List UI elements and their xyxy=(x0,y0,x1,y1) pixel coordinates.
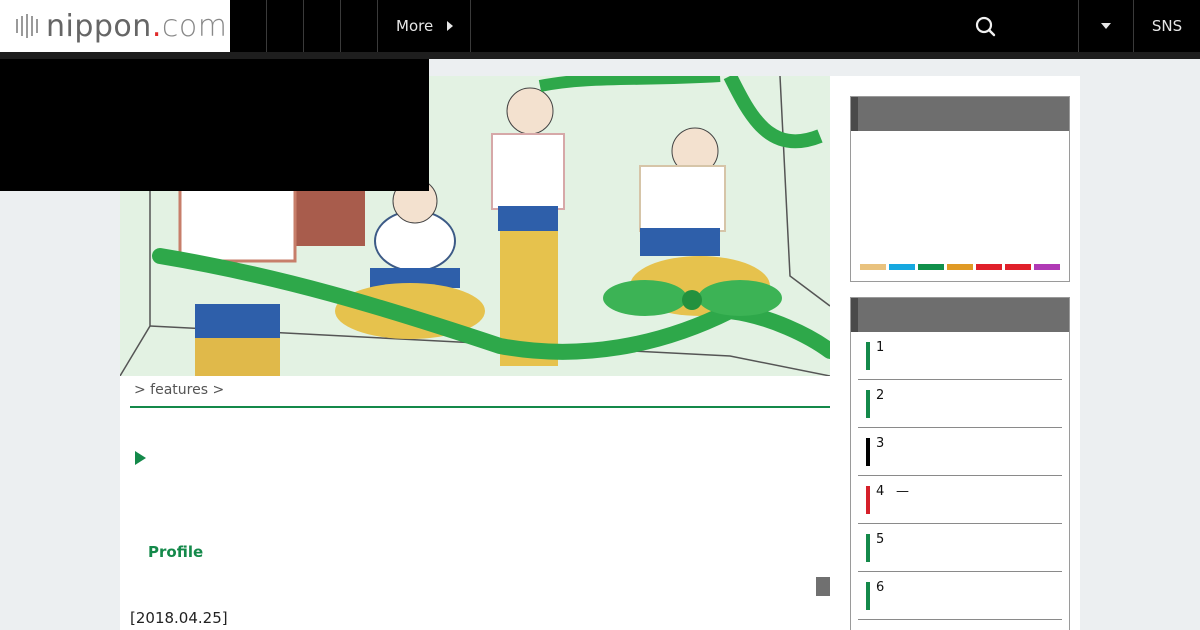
profile-heading: Profile xyxy=(148,543,204,561)
ranking-item[interactable]: 6 xyxy=(858,572,1062,620)
category-color-bar xyxy=(860,264,1060,270)
color-swatch xyxy=(889,264,915,270)
caret-down-icon xyxy=(1101,23,1111,29)
overlay-panel xyxy=(0,59,429,191)
sns-label: SNS xyxy=(1151,17,1183,35)
rank-dash: — xyxy=(896,484,909,499)
rank-number: 1 xyxy=(876,340,885,355)
top-header: nippon.com More SNS xyxy=(0,0,1200,52)
publish-date: [2018.04.25] xyxy=(130,609,228,627)
play-arrow-icon xyxy=(135,451,146,465)
section-divider xyxy=(130,406,830,408)
ranking-item[interactable]: 5 xyxy=(858,524,1062,572)
nav-more-label: More xyxy=(396,17,434,35)
color-swatch xyxy=(1034,264,1060,270)
square-marker-icon xyxy=(816,577,830,596)
color-swatch xyxy=(860,264,886,270)
rank-color-bar xyxy=(866,486,870,514)
search-button[interactable] xyxy=(970,12,1000,40)
breadcrumb[interactable]: > features > xyxy=(134,382,224,398)
logo-wordmark: nippon.com xyxy=(46,8,228,44)
sidebar-widget-top xyxy=(850,96,1070,282)
sidebar-ranking-widget: 1 2 3 4—5 6 xyxy=(850,297,1070,630)
nav-more-button[interactable]: More xyxy=(378,0,470,52)
nav-divider xyxy=(340,0,341,52)
color-swatch xyxy=(976,264,1002,270)
caret-right-icon xyxy=(447,21,454,31)
nav-divider xyxy=(470,0,471,52)
rank-color-bar xyxy=(866,342,870,370)
sns-button[interactable]: SNS xyxy=(1134,0,1200,52)
ranking-item[interactable]: 2 xyxy=(858,380,1062,428)
search-icon xyxy=(975,16,996,37)
rank-color-bar xyxy=(866,534,870,562)
widget-header xyxy=(851,298,1069,332)
nav-divider xyxy=(303,0,304,52)
widget-header xyxy=(851,97,1069,131)
nav-divider xyxy=(266,0,267,52)
rank-number: 2 xyxy=(876,388,885,403)
language-dropdown[interactable] xyxy=(1079,0,1133,52)
ranking-item[interactable]: 3 xyxy=(858,428,1062,476)
color-swatch xyxy=(918,264,944,270)
ranking-item[interactable]: 4— xyxy=(858,476,1062,524)
rank-color-bar xyxy=(866,438,870,466)
rank-number: 3 xyxy=(876,436,885,451)
ranking-list: 1 2 3 4—5 6 xyxy=(858,332,1062,620)
logo-mark-icon xyxy=(16,14,38,38)
rank-number: 4 xyxy=(876,484,885,499)
rank-color-bar xyxy=(866,582,870,610)
ranking-item[interactable]: 1 xyxy=(858,332,1062,380)
color-swatch xyxy=(1005,264,1031,270)
site-logo[interactable]: nippon.com xyxy=(0,0,230,52)
color-swatch xyxy=(947,264,973,270)
rank-color-bar xyxy=(866,390,870,418)
rank-number: 5 xyxy=(876,532,885,547)
header-shadow-strip xyxy=(0,52,1200,59)
rank-number: 6 xyxy=(876,580,885,595)
